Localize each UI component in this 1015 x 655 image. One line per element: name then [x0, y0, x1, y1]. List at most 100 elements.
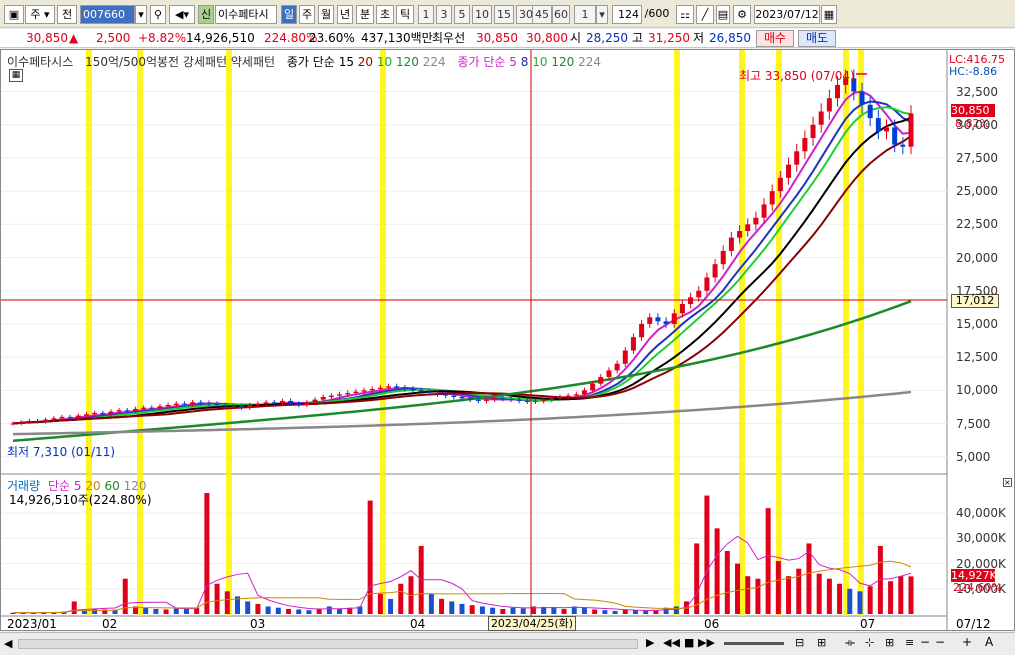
- fast-forward-icon[interactable]: ▶▶: [698, 636, 715, 649]
- interval-1[interactable]: 1: [418, 5, 434, 24]
- candle-body: [181, 403, 187, 405]
- ruler-icon[interactable]: ⟛: [845, 636, 855, 650]
- volume-bar: [632, 610, 638, 614]
- history-icon[interactable]: ◀▾: [169, 5, 195, 24]
- volume-bar: [224, 591, 230, 614]
- calendar-icon[interactable]: ▦: [821, 5, 837, 24]
- volume-bar: [163, 609, 169, 614]
- stock-code-input[interactable]: 007660: [80, 5, 135, 24]
- volume-bar: [459, 603, 465, 614]
- plus-icon[interactable]: +: [962, 635, 972, 649]
- period-year[interactable]: 년: [337, 5, 353, 24]
- x-tick-04: 04: [410, 617, 426, 631]
- text-tool-icon[interactable]: A: [985, 635, 993, 649]
- search-icon[interactable]: ⚲: [150, 5, 166, 24]
- interval-15[interactable]: 15: [494, 5, 514, 24]
- candle-body: [549, 398, 555, 400]
- candle-body: [524, 400, 530, 402]
- period-month[interactable]: 월: [318, 5, 334, 24]
- volume-bar: [592, 609, 598, 614]
- zoom-slider[interactable]: [724, 642, 784, 645]
- candle-body: [426, 391, 432, 393]
- interval-10[interactable]: 10: [472, 5, 492, 24]
- interval-3[interactable]: 3: [436, 5, 452, 24]
- chart-panel[interactable]: 이수페타시스 150억/500억봉전 강세패턴 약세패턴 종가 단순 15 20…: [0, 49, 1015, 631]
- horizontal-scrollbar[interactable]: [18, 639, 638, 649]
- candle-body: [59, 416, 65, 419]
- candle-body: [492, 398, 498, 400]
- chart-type-icon[interactable]: ⚏: [676, 5, 694, 24]
- volume-bar: [551, 607, 557, 614]
- interval-5[interactable]: 5: [454, 5, 470, 24]
- legend-ma2-label: 종가 단순: [457, 55, 506, 69]
- period-second[interactable]: 초: [376, 5, 394, 24]
- volume-bar: [908, 576, 914, 614]
- grid-icon[interactable]: ⊞: [885, 636, 894, 649]
- candle-body: [418, 390, 424, 392]
- scroll-left-icon[interactable]: ◀: [4, 637, 12, 650]
- period-tick[interactable]: 틱: [396, 5, 414, 24]
- candle-body: [720, 250, 726, 265]
- candle-body: [835, 84, 841, 99]
- screen-menu-icon[interactable]: ▣: [4, 5, 24, 24]
- volume-bar: [755, 578, 761, 614]
- volume-bar: [245, 601, 251, 614]
- price-tick: 5,000: [956, 449, 991, 464]
- candle-body: [141, 407, 147, 409]
- interval-custom[interactable]: 1: [574, 5, 596, 24]
- draw-tool-icon[interactable]: ╱: [696, 5, 714, 24]
- table-toggle-icon[interactable]: ▦: [9, 69, 23, 82]
- buy-button[interactable]: 매수: [756, 30, 794, 47]
- save-icon[interactable]: ▤: [716, 5, 730, 24]
- volume-bar: [816, 573, 822, 614]
- period-week[interactable]: 주: [299, 5, 315, 24]
- candle-body: [541, 399, 547, 401]
- gear-icon[interactable]: ⚙: [733, 5, 751, 24]
- x-tick-02: 02: [102, 617, 118, 631]
- candle-body: [532, 400, 538, 402]
- code-dropdown-icon[interactable]: ▾: [135, 5, 147, 24]
- interval-60[interactable]: 60: [552, 5, 570, 24]
- date-input[interactable]: 2023/07/12: [754, 5, 820, 24]
- candle-body: [451, 395, 457, 397]
- candle-body: [573, 394, 579, 396]
- candle-body: [696, 290, 702, 298]
- market-type-button[interactable]: 전: [57, 5, 77, 24]
- candle-body: [51, 418, 57, 420]
- period-minute[interactable]: 분: [356, 5, 374, 24]
- zoom-out-icon[interactable]: ⊟: [795, 636, 804, 649]
- candle-body: [75, 415, 81, 418]
- interval-45[interactable]: 45: [532, 5, 552, 24]
- change-amount: 2,500: [96, 31, 131, 45]
- reduce-icon[interactable]: −: [920, 635, 930, 649]
- rewind-icon[interactable]: ◀◀: [663, 636, 680, 649]
- volume-bar: [888, 581, 894, 614]
- volume-bar: [286, 608, 292, 614]
- candle-body: [737, 230, 743, 238]
- count-total: /600: [644, 7, 670, 20]
- volume-bar: [377, 593, 383, 614]
- interval-dropdown-icon[interactable]: ▾: [596, 5, 608, 24]
- count-input[interactable]: 124: [612, 5, 642, 24]
- minus-icon[interactable]: −: [935, 635, 945, 649]
- candle-body: [386, 386, 392, 388]
- candle-body: [132, 408, 138, 411]
- tool-icon[interactable]: ≡: [905, 636, 914, 649]
- volume-bar: [153, 608, 159, 614]
- stop-icon[interactable]: ■: [684, 636, 694, 649]
- candle-body: [345, 392, 351, 395]
- sell-button[interactable]: 매도: [798, 30, 836, 47]
- play-icon[interactable]: ▶: [646, 636, 654, 649]
- volume-bar: [673, 606, 679, 614]
- crosshair-date-tag: 2023/04/25(화): [488, 616, 576, 631]
- move-icon[interactable]: ⊹: [865, 636, 874, 649]
- period-day[interactable]: 일: [281, 5, 297, 24]
- market-select[interactable]: 주 ▾: [25, 5, 55, 24]
- volume-bar: [735, 563, 741, 614]
- zoom-in-icon[interactable]: ⊞: [817, 636, 826, 649]
- candle-body: [581, 390, 587, 395]
- candle-body: [165, 404, 171, 407]
- price-volume-chart[interactable]: [1, 50, 1014, 630]
- volume-panel-close-icon[interactable]: ×: [1003, 478, 1012, 487]
- candle-body: [810, 124, 816, 139]
